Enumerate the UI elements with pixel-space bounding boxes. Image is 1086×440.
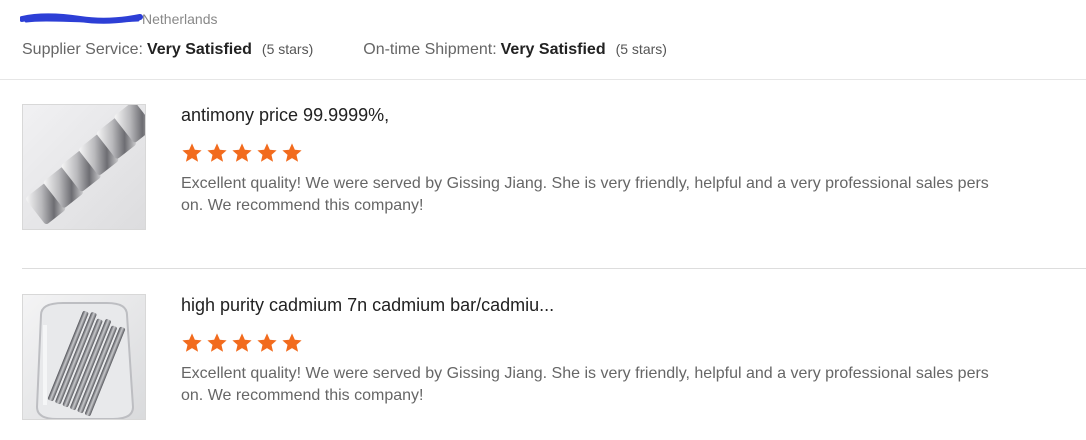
star-icon — [282, 143, 302, 162]
reviewer-country: Netherlands — [142, 11, 218, 27]
supplier-service-value: Very Satisfied — [146, 41, 252, 58]
ratings-summary: Supplier Service: Very Satisfied (5 star… — [22, 39, 667, 61]
on-time-shipment-stars-note: (5 stars) — [615, 41, 667, 57]
star-icon — [207, 143, 227, 162]
star-icon — [257, 333, 277, 352]
reviewer-name-redacted — [20, 9, 143, 29]
review-body: high purity cadmium 7n cadmium bar/cadmi… — [181, 294, 1011, 407]
supplier-service-label: Supplier Service: — [22, 41, 143, 58]
on-time-shipment-value: Very Satisfied — [500, 41, 606, 58]
review-text: Excellent quality! We were served by Gis… — [181, 175, 989, 214]
product-image[interactable] — [22, 294, 146, 420]
reviewer-info: Netherlands — [20, 9, 218, 29]
star-rating — [181, 332, 1011, 354]
product-title-link[interactable]: antimony price 99.9999%, — [181, 104, 1011, 126]
review-text: Excellent quality! We were served by Gis… — [181, 365, 989, 404]
star-icon — [232, 143, 252, 162]
supplier-service-rating: Supplier Service: Very Satisfied (5 star… — [22, 41, 313, 59]
on-time-shipment-label: On-time Shipment: — [363, 41, 497, 58]
review-divider — [22, 268, 1086, 269]
star-icon — [257, 143, 277, 162]
redaction-scribble-icon — [20, 13, 143, 24]
product-title-link[interactable]: high purity cadmium 7n cadmium bar/cadmi… — [181, 294, 1011, 316]
cadmium-bars-jar-photo-icon — [23, 295, 145, 419]
on-time-shipment-rating: On-time Shipment: Very Satisfied (5 star… — [363, 41, 667, 59]
star-icon — [232, 333, 252, 352]
antimony-ingot-photo-icon — [23, 105, 145, 229]
star-icon — [207, 333, 227, 352]
review-page: Netherlands Supplier Service: Very Satis… — [0, 0, 1086, 440]
star-rating — [181, 142, 1011, 164]
star-icon — [182, 143, 202, 162]
supplier-service-stars-note: (5 stars) — [261, 41, 314, 57]
header-divider — [0, 79, 1086, 80]
review-body: antimony price 99.9999%, Excellent quali… — [181, 104, 1011, 217]
product-image[interactable] — [22, 104, 146, 230]
star-icon — [282, 333, 302, 352]
star-icon — [182, 333, 202, 352]
